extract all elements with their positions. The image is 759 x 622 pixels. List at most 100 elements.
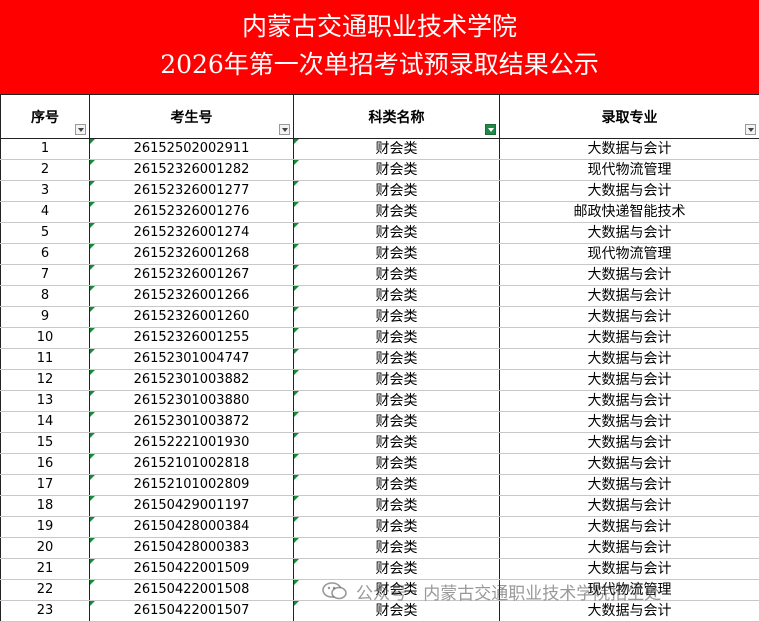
exam-number-cell[interactable]: 26152326001255	[89, 327, 294, 349]
exam-number-cell[interactable]: 26150428000383	[89, 537, 294, 559]
column-header-label: 考生号	[170, 109, 213, 126]
row-index-cell[interactable]: 11	[0, 348, 90, 370]
admitted-major-cell[interactable]: 大数据与会计	[499, 537, 759, 559]
exam-number-cell[interactable]: 26152301003872	[89, 411, 294, 433]
exam-number-cell[interactable]: 26152301003880	[89, 390, 294, 412]
row-index-cell[interactable]: 6	[0, 243, 90, 265]
row-index-cell[interactable]: 19	[0, 516, 90, 538]
row-index-cell[interactable]: 13	[0, 390, 90, 412]
admitted-major-cell[interactable]: 大数据与会计	[499, 138, 759, 160]
row-index-cell[interactable]: 4	[0, 201, 90, 223]
admitted-major-cell[interactable]: 大数据与会计	[499, 306, 759, 328]
admitted-major-cell[interactable]: 大数据与会计	[499, 516, 759, 538]
category-name-cell[interactable]: 财会类	[293, 264, 500, 286]
row-index-cell[interactable]: 12	[0, 369, 90, 391]
row-index-cell[interactable]: 3	[0, 180, 90, 202]
category-name-cell[interactable]: 财会类	[293, 327, 500, 349]
category-name-cell[interactable]: 财会类	[293, 600, 500, 622]
row-index-cell[interactable]: 5	[0, 222, 90, 244]
exam-number-cell[interactable]: 26152326001267	[89, 264, 294, 286]
row-index-cell[interactable]: 21	[0, 558, 90, 580]
category-name-cell[interactable]: 财会类	[293, 432, 500, 454]
row-index-cell[interactable]: 23	[0, 600, 90, 622]
category-name-cell[interactable]: 财会类	[293, 243, 500, 265]
text-format-marker	[90, 349, 95, 354]
exam-number-cell[interactable]: 26150422001509	[89, 558, 294, 580]
exam-number-cell[interactable]: 26152221001930	[89, 432, 294, 454]
admitted-major-text: 大数据与会计	[587, 414, 672, 430]
admitted-major-cell[interactable]: 现代物流管理	[499, 159, 759, 181]
admitted-major-cell[interactable]: 大数据与会计	[499, 327, 759, 349]
row-index-cell[interactable]: 1	[0, 138, 90, 160]
exam-number-cell[interactable]: 26150429001197	[89, 495, 294, 517]
admitted-major-cell[interactable]: 大数据与会计	[499, 222, 759, 244]
category-name-cell[interactable]: 财会类	[293, 390, 500, 412]
admitted-major-cell[interactable]: 大数据与会计	[499, 390, 759, 412]
row-index-cell[interactable]: 9	[0, 306, 90, 328]
admitted-major-cell[interactable]: 大数据与会计	[499, 180, 759, 202]
exam-number-cell[interactable]: 26152502002911	[89, 138, 294, 160]
category-name-cell[interactable]: 财会类	[293, 558, 500, 580]
exam-number-cell[interactable]: 26152326001260	[89, 306, 294, 328]
category-name-cell[interactable]: 财会类	[293, 159, 500, 181]
category-name-cell[interactable]: 财会类	[293, 222, 500, 244]
category-name-cell[interactable]: 财会类	[293, 180, 500, 202]
category-name-cell[interactable]: 财会类	[293, 411, 500, 433]
exam-number-cell[interactable]: 26152326001266	[89, 285, 294, 307]
exam-number-cell[interactable]: 26152326001277	[89, 180, 294, 202]
admitted-major-cell[interactable]: 大数据与会计	[499, 474, 759, 496]
category-name-cell[interactable]: 财会类	[293, 453, 500, 475]
admitted-major-cell[interactable]: 邮政快递智能技术	[499, 201, 759, 223]
category-name-cell[interactable]: 财会类	[293, 138, 500, 160]
admitted-major-cell[interactable]: 大数据与会计	[499, 411, 759, 433]
admitted-major-cell[interactable]: 大数据与会计	[499, 264, 759, 286]
filter-dropdown-icon[interactable]	[75, 124, 86, 135]
row-index-cell[interactable]: 18	[0, 495, 90, 517]
exam-number-cell[interactable]: 26152301003882	[89, 369, 294, 391]
row-index-cell[interactable]: 17	[0, 474, 90, 496]
admitted-major-cell[interactable]: 大数据与会计	[499, 432, 759, 454]
filter-active-icon[interactable]	[485, 124, 496, 135]
exam-number-cell[interactable]: 26152326001282	[89, 159, 294, 181]
admitted-major-cell[interactable]: 大数据与会计	[499, 558, 759, 580]
row-index-cell[interactable]: 16	[0, 453, 90, 475]
exam-number-cell[interactable]: 26152301004747	[89, 348, 294, 370]
admitted-major-cell[interactable]: 现代物流管理	[499, 243, 759, 265]
row-index-cell[interactable]: 22	[0, 579, 90, 601]
exam-number-cell[interactable]: 26152326001268	[89, 243, 294, 265]
category-name-cell[interactable]: 财会类	[293, 285, 500, 307]
admitted-major-cell[interactable]: 大数据与会计	[499, 348, 759, 370]
row-index-cell[interactable]: 15	[0, 432, 90, 454]
exam-number-cell[interactable]: 26152101002818	[89, 453, 294, 475]
exam-number-cell[interactable]: 26150422001508	[89, 579, 294, 601]
exam-number-cell[interactable]: 26150428000384	[89, 516, 294, 538]
admitted-major-cell[interactable]: 大数据与会计	[499, 600, 759, 622]
category-name-cell[interactable]: 财会类	[293, 306, 500, 328]
row-index-cell[interactable]: 20	[0, 537, 90, 559]
exam-number-cell[interactable]: 26150422001507	[89, 600, 294, 622]
category-name-cell[interactable]: 财会类	[293, 348, 500, 370]
exam-number-cell[interactable]: 26152326001276	[89, 201, 294, 223]
column-header-category: 科类名称	[293, 94, 500, 139]
row-index-cell[interactable]: 8	[0, 285, 90, 307]
category-name-cell[interactable]: 财会类	[293, 474, 500, 496]
admitted-major-cell[interactable]: 大数据与会计	[499, 369, 759, 391]
exam-number-cell[interactable]: 26152326001274	[89, 222, 294, 244]
category-name-cell[interactable]: 财会类	[293, 495, 500, 517]
category-name-cell[interactable]: 财会类	[293, 369, 500, 391]
exam-number-cell[interactable]: 26152101002809	[89, 474, 294, 496]
row-index-cell[interactable]: 14	[0, 411, 90, 433]
row-index-cell[interactable]: 2	[0, 159, 90, 181]
category-name-cell[interactable]: 财会类	[293, 201, 500, 223]
row-index-text: 3	[40, 183, 50, 198]
admitted-major-cell[interactable]: 大数据与会计	[499, 495, 759, 517]
category-name-cell[interactable]: 财会类	[293, 537, 500, 559]
filter-dropdown-icon[interactable]	[279, 124, 290, 135]
category-name-cell[interactable]: 财会类	[293, 516, 500, 538]
row-index-cell[interactable]: 7	[0, 264, 90, 286]
admitted-major-cell[interactable]: 大数据与会计	[499, 453, 759, 475]
admitted-major-text: 大数据与会计	[587, 477, 672, 493]
admitted-major-cell[interactable]: 大数据与会计	[499, 285, 759, 307]
filter-dropdown-icon[interactable]	[745, 124, 756, 135]
row-index-cell[interactable]: 10	[0, 327, 90, 349]
